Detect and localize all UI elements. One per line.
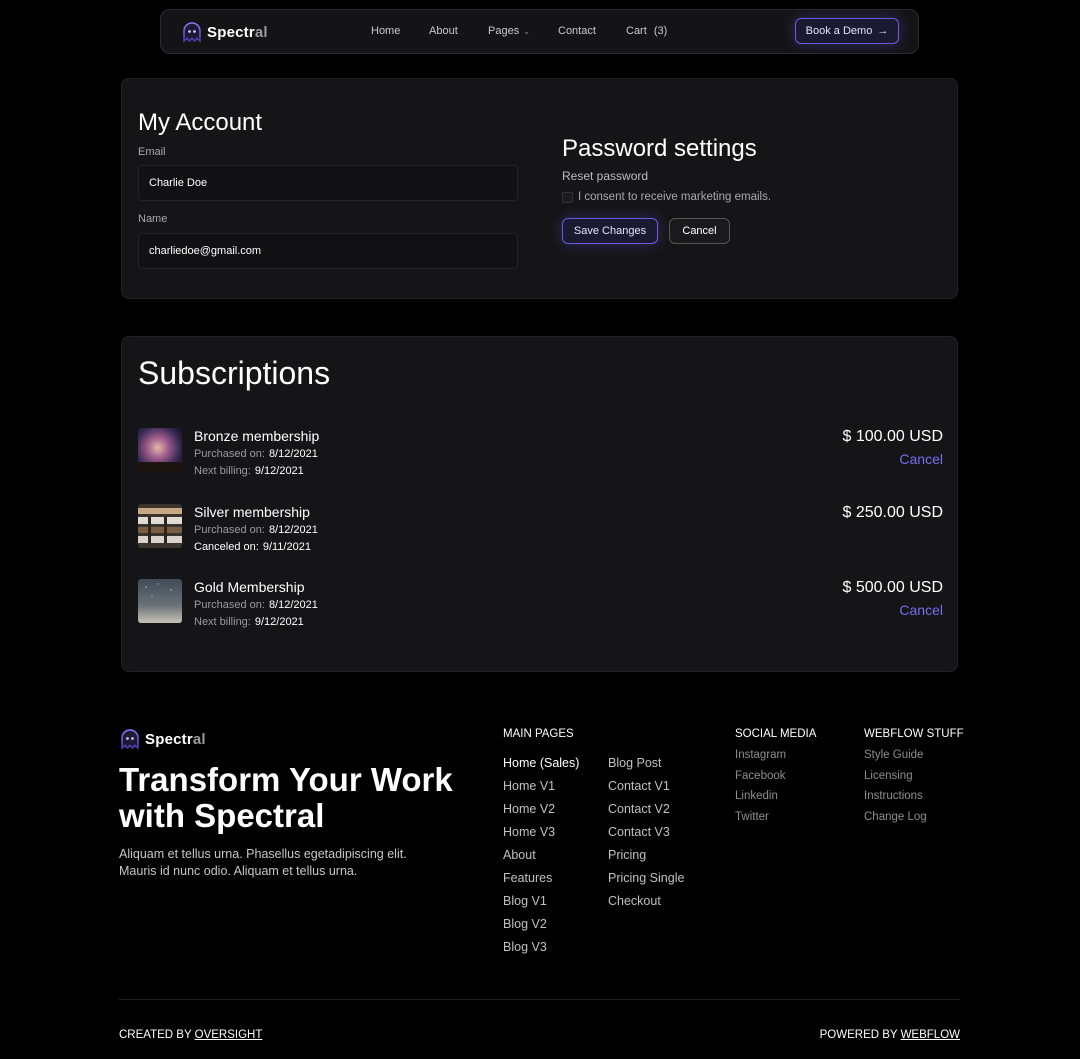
footer-link[interactable]: Contact V1 (608, 779, 684, 802)
subscription-price: $ 100.00 USD (842, 428, 943, 445)
subscription-row-gold: Gold Membership Purchased on: 8/12/2021 N… (138, 579, 943, 641)
book-demo-button[interactable]: Book a Demo → (795, 18, 899, 44)
arrow-right-icon: → (877, 25, 889, 37)
subscription-name: Silver membership (194, 504, 310, 520)
purchased-date: Purchased on: 8/12/2021 (194, 524, 318, 536)
footer-link[interactable]: Pricing (608, 848, 684, 871)
chevron-down-icon: ⌄ (523, 27, 530, 36)
account-title: My Account (138, 109, 263, 136)
footer-link[interactable]: Instructions (864, 790, 927, 811)
powered-by-credit: POWERED BY WEBFLOW (819, 1029, 960, 1041)
footer-description: Aliquam et tellus urna. Phasellus egetad… (119, 847, 407, 878)
purchased-date: Purchased on: 8/12/2021 (194, 599, 318, 611)
footer-link[interactable]: Twitter (735, 811, 786, 832)
footer-link[interactable]: Change Log (864, 811, 927, 832)
webflow-stuff-heading: WEBFLOW STUFF (864, 728, 964, 740)
footer-brand-name: Spectral (145, 730, 206, 748)
ghost-logo-icon (183, 22, 201, 43)
name-label: Name (138, 213, 168, 225)
webflow-stuff-list: Style Guide Licensing Instructions Change L… (864, 749, 927, 831)
brand-name: Spectral (207, 23, 268, 41)
footer-link[interactable]: Style Guide (864, 749, 927, 770)
consent-row: I consent to receive marketing emails. (562, 191, 771, 203)
footer-link[interactable]: Linkedin (735, 790, 786, 811)
password-settings-title: Password settings (562, 135, 757, 162)
account-settings-card: My Account Email Charlie Doe Name charli… (121, 78, 958, 299)
ghost-logo-icon (121, 729, 139, 750)
footer-link[interactable]: Checkout (608, 894, 684, 917)
nav-link-cart[interactable]: Cart (3) (626, 25, 667, 37)
subscription-row-bronze: Bronze membership Purchased on: 8/12/2021… (138, 428, 943, 490)
gold-membership-image (138, 579, 182, 623)
cancel-subscription-link[interactable]: Cancel (899, 451, 943, 467)
email-field[interactable]: Charlie Doe (138, 165, 518, 201)
footer-link[interactable]: Home V1 (503, 779, 579, 802)
subscription-price: $ 250.00 USD (842, 504, 943, 521)
brand-logo[interactable]: Spectral (181, 21, 268, 43)
footer-link[interactable]: Contact V2 (608, 802, 684, 825)
cart-count: (3) (653, 25, 668, 37)
email-label: Email (138, 146, 166, 158)
nav-link-contact[interactable]: Contact (558, 25, 596, 37)
footer-divider (119, 999, 960, 1000)
cancel-subscription-link[interactable]: Cancel (899, 602, 943, 618)
main-pages-list-1: Home (Sales) Home V1 Home V2 Home V3 About Fe… (503, 756, 579, 963)
footer-link[interactable]: Blog V1 (503, 894, 579, 917)
footer-link[interactable]: Instagram (735, 749, 786, 770)
silver-membership-image (138, 504, 182, 548)
canceled-date: Canceled on: 9/11/2021 (194, 541, 311, 553)
footer-headline: Transform Your Work with Spectral (119, 761, 453, 834)
oversight-link[interactable]: OVERSIGHT (195, 1029, 263, 1041)
created-by-credit: CREATED BY OVERSIGHT (119, 1029, 263, 1041)
footer-link[interactable]: Blog V3 (503, 940, 579, 963)
next-billing-date: Next billing: 9/12/2021 (194, 616, 304, 628)
social-media-heading: SOCIAL MEDIA (735, 728, 817, 740)
footer-link[interactable]: Home V3 (503, 825, 579, 848)
subscription-name: Gold Membership (194, 579, 305, 595)
social-media-list: Instagram Facebook Linkedin Twitter (735, 749, 786, 831)
footer-link[interactable]: Features (503, 871, 579, 894)
top-navbar: Spectral Home About Pages ⌄ Contact Cart … (160, 9, 919, 54)
name-field[interactable]: charliedoe@gmail.com (138, 233, 518, 269)
footer-link[interactable]: Home (Sales) (503, 756, 579, 779)
reset-password-link[interactable]: Reset password (562, 169, 648, 183)
subscription-name: Bronze membership (194, 428, 320, 444)
subscription-row-silver: Silver membership Purchased on: 8/12/2021… (138, 504, 943, 566)
footer-link[interactable]: Contact V3 (608, 825, 684, 848)
footer-link[interactable]: Blog V2 (503, 917, 579, 940)
purchased-date: Purchased on: 8/12/2021 (194, 448, 318, 460)
subscriptions-card: Subscriptions Bronze membership Purchase… (121, 336, 958, 672)
subscription-price: $ 500.00 USD (842, 579, 943, 596)
footer-link[interactable]: Blog Post (608, 756, 684, 779)
footer-brand-logo[interactable]: Spectral (119, 728, 206, 750)
nav-link-about[interactable]: About (429, 25, 458, 37)
cancel-button[interactable]: Cancel (669, 218, 730, 244)
footer-link[interactable]: Home V2 (503, 802, 579, 825)
footer-link[interactable]: Facebook (735, 770, 786, 791)
next-billing-date: Next billing: 9/12/2021 (194, 465, 304, 477)
footer-link[interactable]: Licensing (864, 770, 927, 791)
webflow-link[interactable]: WEBFLOW (901, 1029, 960, 1041)
nav-link-pages[interactable]: Pages ⌄ (488, 25, 530, 37)
footer-link[interactable]: About (503, 848, 579, 871)
main-pages-heading: MAIN PAGES (503, 728, 574, 740)
consent-label: I consent to receive marketing emails. (578, 191, 772, 203)
footer-link[interactable]: Pricing Single (608, 871, 684, 894)
consent-checkbox[interactable] (562, 191, 573, 203)
save-changes-button[interactable]: Save Changes (562, 218, 658, 244)
main-pages-list-2: Blog Post Contact V1 Contact V2 Contact V3 P… (608, 756, 684, 917)
bronze-membership-image (138, 428, 182, 472)
subscriptions-title: Subscriptions (138, 355, 331, 391)
nav-link-home[interactable]: Home (371, 25, 400, 37)
